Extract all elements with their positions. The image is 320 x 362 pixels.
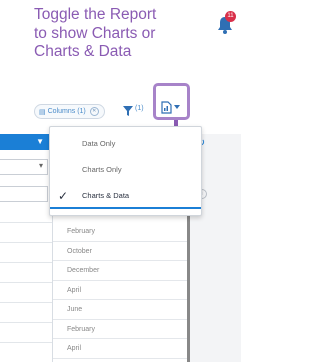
filter-count: (1) (135, 105, 144, 112)
notifications-button[interactable]: 11 (216, 11, 236, 34)
list-item: April (53, 281, 187, 300)
menu-item-charts-only[interactable]: Charts Only (50, 158, 201, 182)
columns-icon: ▤ (39, 108, 46, 116)
grid-divider (0, 282, 52, 283)
filter-select[interactable]: ▾ (0, 159, 48, 175)
menu-item-label: Charts & Data (82, 191, 130, 200)
menu-item-label: Charts Only (82, 165, 122, 174)
month-column: February October December April June Feb… (53, 222, 187, 359)
report-view-menu: Data Only Charts Only ✓ Charts & Data (49, 126, 202, 216)
callout-line-3: Charts & Data (34, 43, 132, 60)
callout-line-1: Toggle the Report (34, 6, 157, 23)
grid-divider (0, 302, 52, 303)
chevron-down-icon (174, 105, 180, 109)
report-view-toggle-content (161, 100, 183, 114)
grid-column-header[interactable]: ▼ (0, 134, 52, 150)
filter-icon[interactable] (123, 106, 133, 116)
filter-input[interactable] (0, 186, 48, 202)
chevron-down-icon: ▼ (36, 137, 44, 146)
list-item: December (53, 261, 187, 281)
grid-divider (0, 242, 52, 243)
list-item: June (53, 300, 187, 320)
list-item: October (53, 242, 187, 261)
grid-divider (0, 342, 52, 343)
report-toolbar: ▤ Columns (1) ✕ (1) ••• (0, 100, 241, 215)
grid-divider (0, 222, 52, 223)
menu-item-data-only[interactable]: Data Only (50, 132, 201, 156)
menu-item-label: Data Only (82, 139, 116, 148)
list-item: February (53, 320, 187, 339)
report-chart-icon (161, 100, 172, 114)
columns-label: Columns (1) (47, 108, 86, 115)
chevron-down-icon: ▾ (38, 161, 43, 170)
grid-divider (0, 262, 52, 263)
instruction-callout: Toggle the Report to show Charts or Char… (34, 6, 209, 62)
list-item: February (53, 222, 187, 242)
checkmark-icon: ✓ (58, 189, 69, 203)
callout-line-2: to show Charts or (34, 24, 156, 42)
menu-item-charts-and-data[interactable]: ✓ Charts & Data (50, 184, 201, 209)
clear-columns-icon[interactable]: ✕ (89, 107, 99, 116)
list-item: April (53, 339, 187, 359)
grid-divider (0, 322, 52, 323)
notification-count-badge: 11 (225, 11, 236, 22)
screenshot-canvas: Toggle the Report to show Charts or Char… (0, 0, 241, 362)
columns-button[interactable]: ▤ Columns (1) ✕ (34, 104, 105, 119)
